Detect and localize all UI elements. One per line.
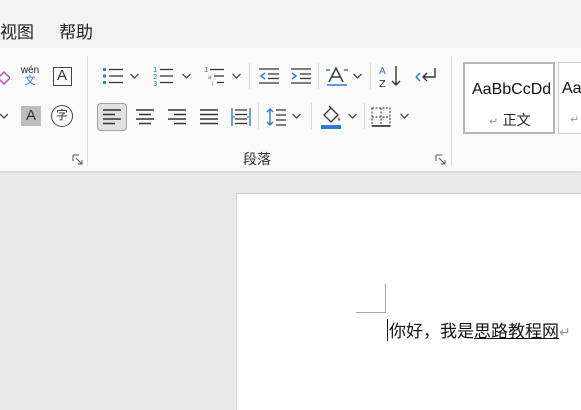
text-cursor <box>387 319 388 341</box>
clear-format-button[interactable] <box>0 66 10 88</box>
paragraph-mark: ↵ <box>559 325 571 341</box>
svg-text:1: 1 <box>204 66 208 74</box>
align-left-icon <box>103 109 121 125</box>
distributed-align-icon <box>231 108 251 126</box>
chevron-down-icon <box>0 113 8 119</box>
character-shading-button[interactable]: A <box>20 105 42 127</box>
style-normal[interactable]: AaBbCcDd ↵ 正文 <box>463 62 555 134</box>
decrease-indent-button[interactable] <box>256 64 282 88</box>
sort-button[interactable]: A Z <box>376 62 404 90</box>
font-dialog-launcher-icon[interactable] <box>72 154 84 166</box>
paragraph-underlined-text: 思路教程网 <box>474 322 559 342</box>
sort-icon: A Z <box>379 66 401 89</box>
enclose-characters-button[interactable]: 字 <box>50 104 74 128</box>
svg-text:Z: Z <box>379 79 386 89</box>
justify-button[interactable] <box>195 104 223 130</box>
decrease-indent-icon <box>259 68 279 84</box>
separator <box>370 63 371 89</box>
menu-bar: 视图 帮助 <box>0 0 581 48</box>
svg-text:a: a <box>208 74 212 81</box>
style-sample-text: AaBbCcDd <box>472 81 550 98</box>
font-color-dropdown[interactable] <box>0 108 8 124</box>
numbering-button[interactable]: 1 2 3 <box>150 64 176 88</box>
borders-icon <box>371 107 391 127</box>
svg-text:i: i <box>212 81 214 87</box>
character-shading-icon: A <box>21 106 41 126</box>
increase-indent-icon <box>291 68 311 84</box>
chevron-down-icon[interactable] <box>182 73 191 79</box>
multilevel-list-icon: 1 a i <box>204 66 224 87</box>
chevron-down-icon[interactable] <box>400 113 409 119</box>
align-center-icon <box>136 109 154 125</box>
ribbon: wén 文 A A 字 1 2 3 1 a i A Z 段落 AaBbCcDd … <box>0 48 581 172</box>
chinese-layout-button[interactable] <box>324 64 350 88</box>
separator <box>249 63 250 89</box>
phonetic-guide-button[interactable]: wén 文 <box>18 62 42 90</box>
paragraph-group-label: 段落 <box>243 152 271 168</box>
paint-bucket-icon <box>321 105 341 129</box>
separator <box>364 103 365 129</box>
borders-button[interactable] <box>368 104 394 130</box>
group-separator <box>451 56 452 166</box>
phonetic-guide-icon: wén 文 <box>20 64 40 87</box>
style-name: ↵ <box>570 113 580 126</box>
show-hide-marks-button[interactable] <box>414 64 440 88</box>
justify-icon <box>200 109 218 125</box>
chevron-down-icon[interactable] <box>348 113 357 119</box>
document-page[interactable]: 你好，我是思路教程网↵ <box>236 193 581 410</box>
align-right-icon <box>168 109 186 125</box>
menu-view[interactable]: 视图 <box>0 18 34 43</box>
paragraph-text: 你好，我是 <box>389 322 474 342</box>
document-canvas: 你好，我是思路教程网↵ <box>0 173 581 410</box>
increase-indent-button[interactable] <box>288 64 314 88</box>
paragraph-dialog-launcher-icon[interactable] <box>435 154 447 166</box>
align-left-button[interactable] <box>97 103 127 131</box>
svg-text:A: A <box>379 66 386 77</box>
line-spacing-icon <box>266 108 286 126</box>
chevron-down-icon[interactable] <box>130 73 139 79</box>
style-sample-text: AaBl <box>562 80 581 97</box>
align-center-button[interactable] <box>131 104 159 130</box>
bullets-button[interactable] <box>100 64 126 88</box>
distributed-button[interactable] <box>227 104 255 130</box>
chevron-down-icon[interactable] <box>292 113 301 119</box>
eraser-icon <box>0 70 10 86</box>
align-right-button[interactable] <box>163 104 191 130</box>
paragraph-mark-icon <box>415 68 436 82</box>
character-border-icon: A <box>52 66 72 86</box>
multilevel-list-button[interactable]: 1 a i <box>201 64 227 88</box>
character-border-button[interactable]: A <box>52 65 72 87</box>
enclose-characters-icon: 字 <box>51 105 73 127</box>
document-paragraph[interactable]: 你好，我是思路教程网↵ <box>387 317 571 342</box>
bullet-list-icon <box>103 68 123 84</box>
chinese-layout-icon <box>326 66 348 86</box>
numbered-list-icon: 1 2 3 <box>153 66 173 87</box>
group-separator <box>87 56 88 166</box>
style-name: ↵ 正文 <box>489 113 531 129</box>
margin-crop-mark <box>356 312 386 313</box>
chevron-down-icon[interactable] <box>353 73 362 79</box>
shading-button[interactable] <box>317 103 345 131</box>
line-spacing-button[interactable] <box>262 104 290 130</box>
separator <box>311 103 312 129</box>
svg-text:3: 3 <box>153 80 157 87</box>
separator <box>318 63 319 89</box>
margin-crop-mark <box>385 284 386 313</box>
chevron-down-icon[interactable] <box>232 73 241 79</box>
separator <box>258 103 259 129</box>
menu-help[interactable]: 帮助 <box>59 18 93 43</box>
style-no-spacing[interactable]: AaBl ↵ <box>558 62 581 134</box>
